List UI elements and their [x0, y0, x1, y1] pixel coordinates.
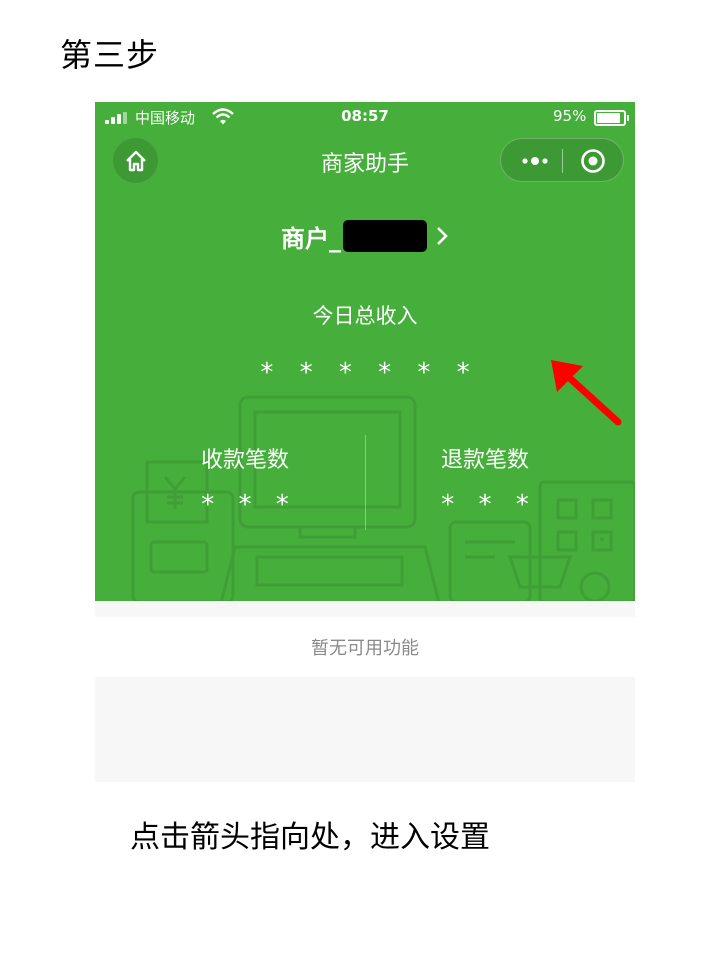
capsule-divider — [562, 149, 563, 173]
phone-screenshot: 中国移动 08:57 95% 商家助手 商户_ 今日总收入 * * * * * … — [95, 102, 635, 782]
target-icon[interactable] — [580, 148, 606, 174]
more-dots-icon[interactable] — [521, 150, 549, 172]
merchant-name-redacted — [343, 220, 427, 252]
refunds-count-label: 退款笔数 — [440, 448, 529, 473]
chevron-right-icon[interactable] — [435, 225, 449, 247]
merchant-header-panel: 中国移动 08:57 95% 商家助手 商户_ 今日总收入 * * * * * … — [95, 102, 635, 601]
miniprogram-capsule — [500, 138, 624, 182]
collections-count-label: 收款笔数 — [200, 448, 289, 473]
step-title: 第三步 — [60, 36, 160, 74]
merchant-switch[interactable]: 商户_ — [95, 218, 635, 254]
no-functions-notice: 暂无可用功能 — [95, 617, 635, 677]
today-income-label: 今日总收入 — [312, 304, 418, 328]
status-bar: 中国移动 08:57 95% — [95, 102, 635, 132]
battery-percentage: 95% — [553, 107, 587, 125]
collections-count-value: * * * — [201, 490, 297, 520]
stats-divider — [365, 435, 366, 530]
instruction-text: 点击箭头指向处，进入设置 — [130, 820, 490, 855]
refunds-count-value: * * * — [441, 490, 537, 520]
red-arrow-icon — [551, 360, 622, 426]
merchant-label: 商户_ — [281, 224, 341, 253]
battery-icon — [594, 110, 629, 126]
